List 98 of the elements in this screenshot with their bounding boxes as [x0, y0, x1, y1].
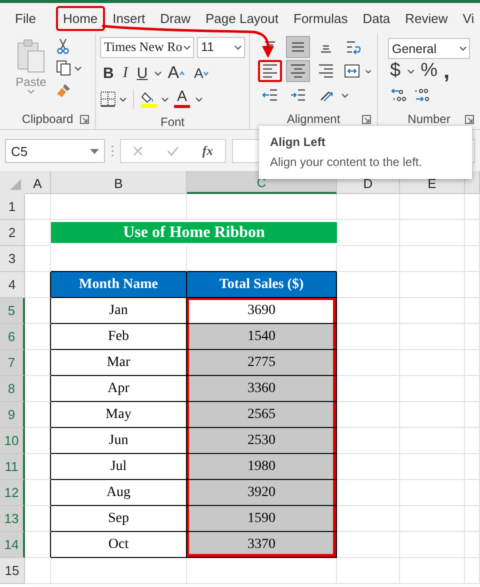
- caret-icon: [459, 46, 467, 51]
- row-header[interactable]: 8: [0, 376, 25, 402]
- ribbon-tab[interactable]: Vi: [456, 6, 480, 30]
- clipboard-icon: [16, 38, 46, 74]
- column-header[interactable]: B: [51, 171, 187, 194]
- tooltip-title: Align Left: [270, 135, 326, 149]
- table-cell[interactable]: 2565: [187, 402, 337, 428]
- ribbon-tab[interactable]: Insert: [106, 6, 152, 30]
- align-middle-button[interactable]: [286, 36, 310, 58]
- caret-icon[interactable]: [341, 92, 349, 98]
- shrink-font-button[interactable]: A: [191, 63, 212, 83]
- italic-button[interactable]: I: [120, 63, 131, 83]
- caret-icon: [183, 44, 191, 50]
- dialog-launcher-icon[interactable]: [465, 115, 474, 124]
- table-cell[interactable]: 1980: [187, 454, 337, 480]
- comma-style-button[interactable]: ,: [443, 63, 450, 79]
- caret-icon[interactable]: [406, 68, 415, 74]
- row-header[interactable]: 15: [0, 558, 25, 584]
- increase-indent-icon: [290, 87, 306, 103]
- caret-icon[interactable]: [74, 66, 82, 70]
- table-cell[interactable]: 2775: [187, 350, 337, 376]
- ribbon-tab[interactable]: File: [8, 6, 43, 30]
- dialog-launcher-icon[interactable]: [362, 115, 371, 124]
- ribbon-tab[interactable]: Draw: [153, 6, 198, 30]
- brush-icon[interactable]: [56, 82, 72, 98]
- bold-button[interactable]: B: [100, 63, 117, 83]
- align-center-button[interactable]: [286, 60, 310, 82]
- group-label: Number: [408, 112, 450, 126]
- column-heading: Month Name: [51, 272, 187, 298]
- align-left-button[interactable]: [258, 60, 282, 82]
- row-header[interactable]: 6: [0, 324, 25, 350]
- currency-button[interactable]: $: [390, 60, 401, 82]
- grip-icon: [111, 145, 114, 157]
- decrease-indent-icon: [262, 87, 278, 103]
- row-header[interactable]: 14: [0, 532, 25, 558]
- caret-icon: [90, 148, 99, 154]
- row-header[interactable]: 12: [0, 480, 25, 506]
- cancel-icon[interactable]: [132, 146, 143, 156]
- font-size-dropdown[interactable]: 11: [197, 36, 245, 58]
- scissors-icon[interactable]: [56, 38, 70, 54]
- row-header[interactable]: 9: [0, 402, 25, 428]
- dialog-launcher-icon[interactable]: [80, 115, 89, 124]
- ribbon-tab[interactable]: Page Layout: [198, 6, 286, 30]
- align-left-icon: [262, 63, 278, 79]
- row-header[interactable]: 5: [0, 298, 25, 324]
- table-cell[interactable]: 1590: [187, 506, 337, 532]
- ribbon-tab[interactable]: Data: [356, 6, 398, 30]
- table-cell[interactable]: 1540: [187, 324, 337, 350]
- increase-decimal-icon[interactable]: [390, 87, 408, 103]
- down-caret-icon: [203, 70, 210, 76]
- decrease-decimal-icon[interactable]: [414, 87, 432, 103]
- ribbon-tab[interactable]: Formulas: [286, 6, 355, 30]
- fill-color-icon[interactable]: [140, 90, 158, 108]
- row-header[interactable]: 3: [0, 246, 25, 272]
- table-cell[interactable]: 3920: [187, 480, 337, 506]
- caret-icon[interactable]: [119, 96, 127, 102]
- row-header[interactable]: 4: [0, 272, 25, 298]
- table-cell[interactable]: 2530: [187, 428, 337, 454]
- underline-button[interactable]: U: [134, 63, 151, 83]
- name-box[interactable]: C5: [5, 139, 105, 163]
- number-format-dropdown[interactable]: General: [388, 38, 470, 59]
- tooltip-text: Align your content to the left.: [270, 155, 424, 169]
- caret-icon: [27, 89, 35, 94]
- insert-function-button[interactable]: fx: [202, 143, 214, 159]
- align-right-icon: [318, 63, 334, 79]
- ribbon-tab[interactable]: Home: [56, 6, 105, 30]
- column-header[interactable]: A: [25, 171, 51, 194]
- copy-icon[interactable]: [56, 60, 71, 76]
- row-header[interactable]: 7: [0, 350, 25, 376]
- caret-icon[interactable]: [161, 96, 169, 102]
- align-center-icon: [290, 63, 306, 79]
- grow-font-button[interactable]: A: [164, 63, 188, 83]
- borders-icon[interactable]: [100, 91, 116, 107]
- merge-cells-icon: [344, 63, 360, 79]
- table-cell[interactable]: 3360: [187, 376, 337, 402]
- sheet-title: Use of Home Ribbon: [51, 222, 337, 243]
- percent-button[interactable]: %: [420, 60, 438, 82]
- column-heading: Total Sales ($): [187, 272, 337, 298]
- font-color-button[interactable]: A: [172, 90, 192, 108]
- caret-icon[interactable]: [154, 70, 162, 76]
- wrap-text-icon: [346, 39, 362, 55]
- font-name-dropdown[interactable]: Times New Ro: [100, 36, 194, 58]
- check-icon[interactable]: [166, 146, 179, 156]
- row-header[interactable]: 1: [0, 194, 25, 220]
- row-header[interactable]: 11: [0, 454, 25, 480]
- table-cell[interactable]: 3370: [187, 532, 337, 558]
- row-header[interactable]: 2: [0, 220, 25, 246]
- caret-icon: [234, 44, 242, 50]
- row-header[interactable]: 10: [0, 428, 25, 454]
- caret-icon[interactable]: [365, 68, 372, 74]
- group-label: Font: [160, 114, 184, 128]
- up-caret-icon: [179, 70, 186, 76]
- ribbon-tab[interactable]: Review: [398, 6, 455, 30]
- row-header[interactable]: 13: [0, 506, 25, 532]
- group-label: Alignment: [286, 112, 340, 126]
- caret-icon[interactable]: [195, 96, 203, 102]
- group-label: Clipboard: [22, 112, 74, 126]
- table-cell[interactable]: 3690: [187, 298, 337, 324]
